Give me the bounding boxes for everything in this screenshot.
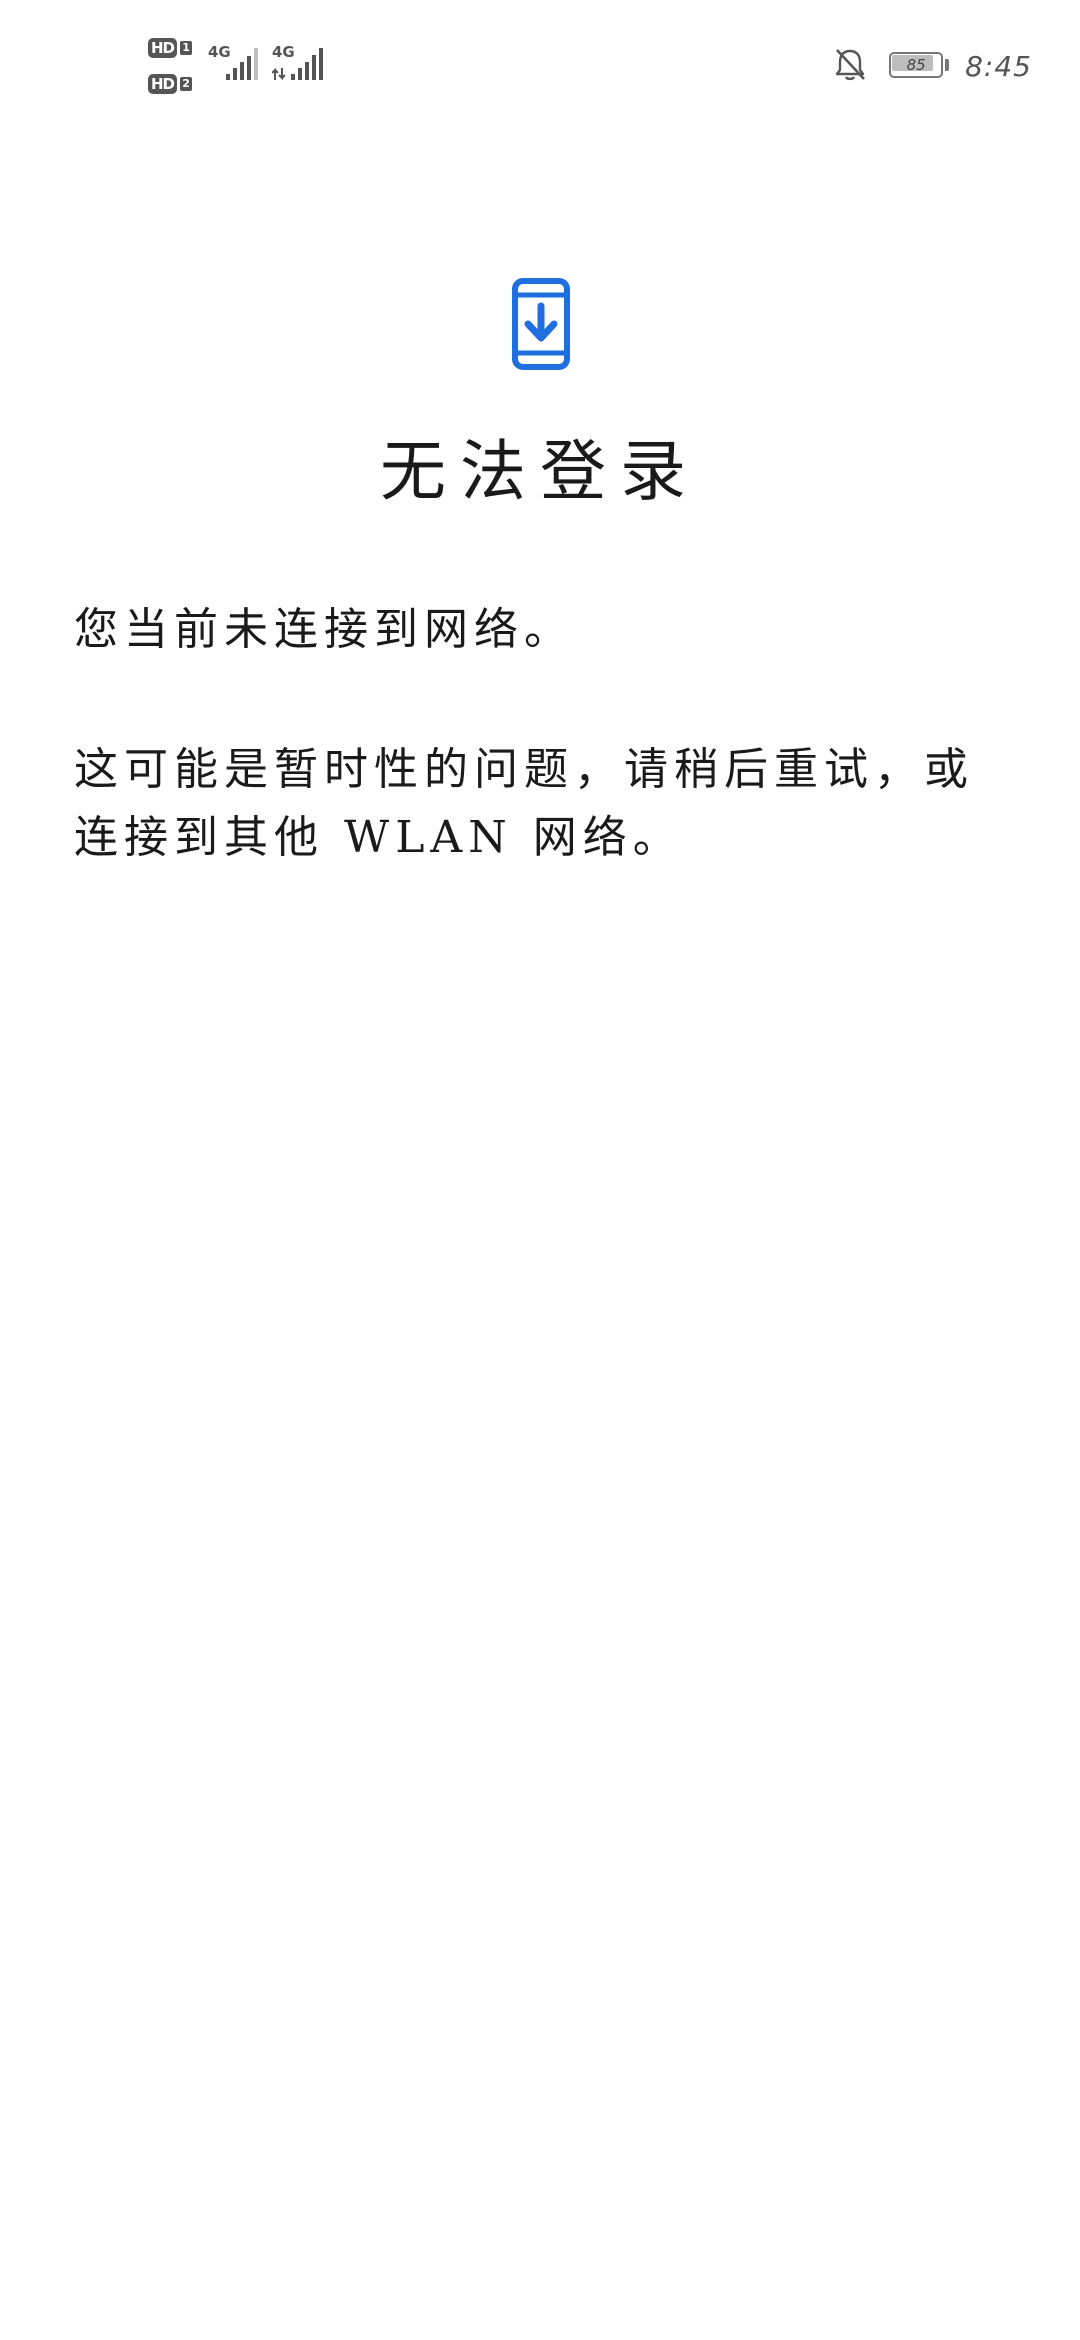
network-1-signal: 4G [208,44,260,84]
battery-level: 85 [906,56,926,74]
status-time: 8:45 [965,49,1032,83]
hd-badge: HD [148,74,178,94]
network-2-signal: 4G [272,44,328,84]
sim-index: 1 [180,41,193,55]
sim1-hd-indicator: HD 1 [148,36,193,60]
signal-bars-icon [226,48,258,80]
notifications-off-icon [833,46,867,86]
phone-download-icon [512,278,570,370]
status-right-cluster: 85 8:45 [833,44,1032,88]
hd-badge: HD [148,38,178,58]
sim-indicators: HD 1 HD 2 [148,36,200,100]
sim-index: 2 [180,77,193,91]
page-title: 无法登录 [380,433,700,510]
network-status-message: 您当前未连接到网络。 [74,604,574,655]
status-bar: HD 1 HD 2 4G 4G 85 8:45 [0,0,1080,130]
data-activity-icon [272,48,323,81]
retry-hint-message: 这可能是暂时性的问题，请稍后重试，或连接到其他 WLAN 网络。 [74,744,974,863]
sim2-hd-indicator: HD 2 [148,72,193,96]
battery-icon: 85 [889,52,951,80]
